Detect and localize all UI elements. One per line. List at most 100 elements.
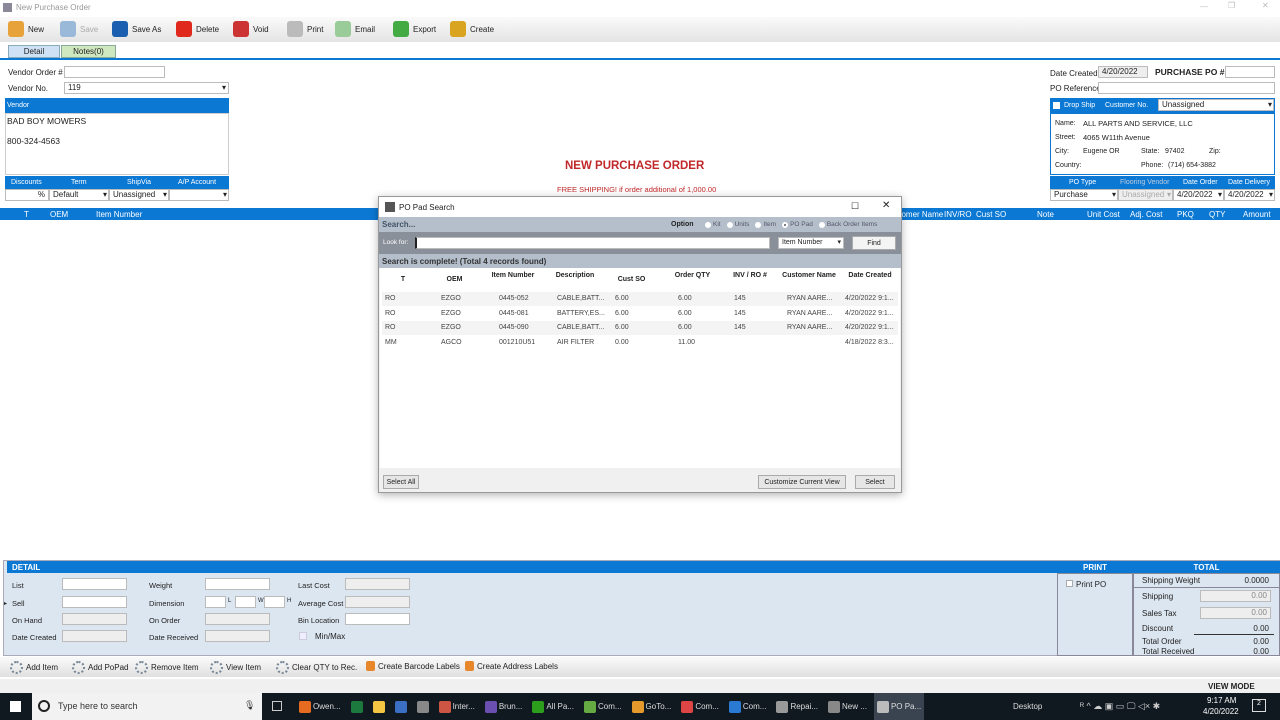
result-col-1[interactable]: OEM bbox=[432, 276, 477, 284]
print-po-checkbox[interactable] bbox=[1066, 580, 1073, 587]
taskbar-app[interactable]: Com... bbox=[726, 693, 770, 720]
option-kit[interactable]: Kit bbox=[705, 221, 721, 228]
result-col-7[interactable]: Customer Name bbox=[778, 272, 840, 280]
clock-time[interactable]: 9:17 AM bbox=[1207, 696, 1236, 705]
system-tray-icons[interactable]: ᴿ ^ ☁ ▣ ▭ 🖵 ◁× ✱ bbox=[1080, 701, 1160, 712]
taskbar-app[interactable]: Repai... bbox=[773, 693, 821, 720]
date-delivery-value: 4/20/2022 bbox=[1228, 190, 1264, 199]
drop-ship-checkbox[interactable] bbox=[1053, 102, 1060, 109]
clock-date[interactable]: 4/20/2022 bbox=[1203, 707, 1239, 716]
search-field-select[interactable]: Item Number ▾ bbox=[778, 237, 844, 249]
option-item[interactable]: Item bbox=[755, 221, 776, 228]
taskbar-app[interactable]: Inter... bbox=[436, 693, 478, 720]
dim-l-input[interactable] bbox=[205, 596, 226, 608]
taskbar-app[interactable]: All Pa... bbox=[529, 693, 577, 720]
remove-item-button[interactable]: Remove Item bbox=[135, 661, 199, 674]
shipping-input[interactable]: 0.00 bbox=[1200, 590, 1271, 602]
dim-h-input[interactable] bbox=[264, 596, 285, 608]
total-header: TOTAL bbox=[1133, 561, 1280, 573]
po-reference-input[interactable] bbox=[1098, 82, 1275, 94]
save-button[interactable]: Save bbox=[60, 18, 98, 40]
create-address-labels-button[interactable]: Create Address Labels bbox=[465, 661, 558, 671]
result-col-0[interactable]: T bbox=[383, 276, 423, 284]
date-delivery-select[interactable]: 4/20/2022 ▾ bbox=[1224, 189, 1275, 201]
maximize-button[interactable]: ❐ bbox=[1228, 1, 1235, 10]
result-row[interactable]: RO EZGO 0445-052 CABLE,BATT... 6.00 6.00 145 RY… bbox=[382, 292, 898, 306]
total-order-label: Total Order bbox=[1142, 637, 1182, 646]
clear-qty-to-rec-button[interactable]: Clear QTY to Rec. bbox=[276, 661, 357, 674]
select-button[interactable]: Select bbox=[855, 475, 895, 489]
taskbar-app[interactable] bbox=[348, 693, 366, 720]
sell-input[interactable] bbox=[62, 596, 127, 608]
select-all-button[interactable]: Select All bbox=[383, 475, 419, 489]
delete-button[interactable]: Delete bbox=[176, 18, 219, 40]
vendor-no-select[interactable]: 119 ▾ bbox=[64, 82, 229, 94]
notifications-icon[interactable]: 2 bbox=[1252, 699, 1266, 712]
create-barcode-labels-button[interactable]: Create Barcode Labels bbox=[366, 661, 460, 671]
result-row[interactable]: RO EZGO 0445-081 BATTERY,ES... 6.00 6.00 145 RY… bbox=[382, 307, 898, 321]
add-item-button[interactable]: Add Item bbox=[10, 661, 58, 674]
windows-start-icon[interactable] bbox=[10, 701, 21, 712]
shipvia-select[interactable]: Unassigned ▾ bbox=[109, 189, 169, 201]
taskbar-app[interactable] bbox=[370, 693, 388, 720]
taskbar-search[interactable]: Type here to search 🎙 bbox=[32, 693, 262, 720]
dim-w-input[interactable] bbox=[235, 596, 256, 608]
ap-account-select[interactable]: ▾ bbox=[169, 189, 229, 201]
customize-view-button[interactable]: Customize Current View bbox=[758, 475, 846, 489]
customer-no-select[interactable]: Unassigned ▾ bbox=[1158, 99, 1274, 111]
add-popad-button[interactable]: Add PoPad bbox=[72, 661, 128, 674]
new-button[interactable]: New bbox=[8, 18, 44, 40]
result-col-3[interactable]: Description bbox=[545, 272, 605, 280]
list-input[interactable] bbox=[62, 578, 127, 590]
option-po-pad[interactable]: PO Pad bbox=[782, 221, 813, 228]
discount-input[interactable]: % bbox=[5, 189, 49, 201]
minmax-checkbox[interactable] bbox=[299, 632, 307, 640]
find-button[interactable]: Find bbox=[852, 236, 896, 250]
taskbar-app[interactable]: Com... bbox=[678, 693, 722, 720]
weight-input[interactable] bbox=[205, 578, 270, 590]
date-order-select[interactable]: 4/20/2022 ▾ bbox=[1173, 189, 1224, 201]
taskbar-app[interactable] bbox=[392, 693, 410, 720]
void-button[interactable]: Void bbox=[233, 18, 269, 40]
tab-detail[interactable]: Detail bbox=[8, 45, 60, 58]
result-col-8[interactable]: Date Created bbox=[840, 272, 900, 280]
sales-tax-input[interactable]: 0.00 bbox=[1200, 607, 1271, 619]
vendor-box[interactable]: BAD BOY MOWERS 800-324-4563 bbox=[5, 113, 229, 175]
app-icon bbox=[299, 700, 311, 713]
result-row[interactable]: RO EZGO 0445-090 CABLE,BATT... 6.00 6.00 145 RY… bbox=[382, 321, 898, 336]
vendor-order-input[interactable] bbox=[64, 66, 165, 78]
view-item-button[interactable]: View Item bbox=[210, 661, 261, 674]
taskbar-app[interactable]: PO Pa... bbox=[873, 693, 925, 720]
taskbar-app[interactable]: New ... bbox=[825, 693, 870, 720]
result-col-5[interactable]: Order QTY bbox=[665, 272, 720, 280]
term-select[interactable]: Default ▾ bbox=[49, 189, 109, 201]
taskbar-app[interactable]: Com... bbox=[581, 693, 625, 720]
taskbar-app[interactable] bbox=[414, 693, 432, 720]
export-button[interactable]: Export bbox=[393, 18, 436, 40]
option-back-order-items[interactable]: Back Order Items bbox=[818, 221, 877, 228]
email-button[interactable]: Email bbox=[335, 18, 375, 40]
option-units[interactable]: Units bbox=[726, 221, 749, 228]
dialog-maximize-button[interactable]: ☐ bbox=[851, 201, 859, 212]
taskbar-app[interactable]: Brun... bbox=[482, 693, 526, 720]
taskbar-app[interactable]: GoTo... bbox=[629, 693, 675, 720]
result-col-6[interactable]: INV / RO # bbox=[720, 272, 780, 280]
task-view-icon[interactable] bbox=[272, 701, 282, 711]
taskbar-app[interactable]: Owen... bbox=[296, 693, 344, 720]
result-row[interactable]: MM AGCO 001210U51 AIR FILTER 0.00 11.00 4/18/2… bbox=[382, 336, 898, 350]
save-as-button[interactable]: Save As bbox=[112, 18, 161, 40]
desktop-toolbar[interactable]: Desktop bbox=[1013, 702, 1042, 711]
bin-input[interactable] bbox=[345, 613, 410, 625]
look-for-input[interactable] bbox=[415, 237, 770, 249]
purchase-po-input[interactable] bbox=[1225, 66, 1275, 78]
print-button[interactable]: Print bbox=[287, 18, 323, 40]
tab-notes[interactable]: Notes(0) bbox=[61, 45, 116, 58]
dialog-close-button[interactable]: ✕ bbox=[882, 200, 890, 211]
create-button[interactable]: Create bbox=[450, 18, 494, 40]
po-type-header: PO Type Flooring Vendor Date Order Date … bbox=[1050, 176, 1275, 189]
minimize-button[interactable]: — bbox=[1200, 2, 1208, 11]
result-col-4[interactable]: Cust SO bbox=[604, 276, 659, 284]
po-type-select[interactable]: Purchase ▾ bbox=[1050, 189, 1118, 201]
result-col-2[interactable]: Item Number bbox=[483, 272, 543, 280]
close-button[interactable]: ✕ bbox=[1262, 1, 1269, 10]
